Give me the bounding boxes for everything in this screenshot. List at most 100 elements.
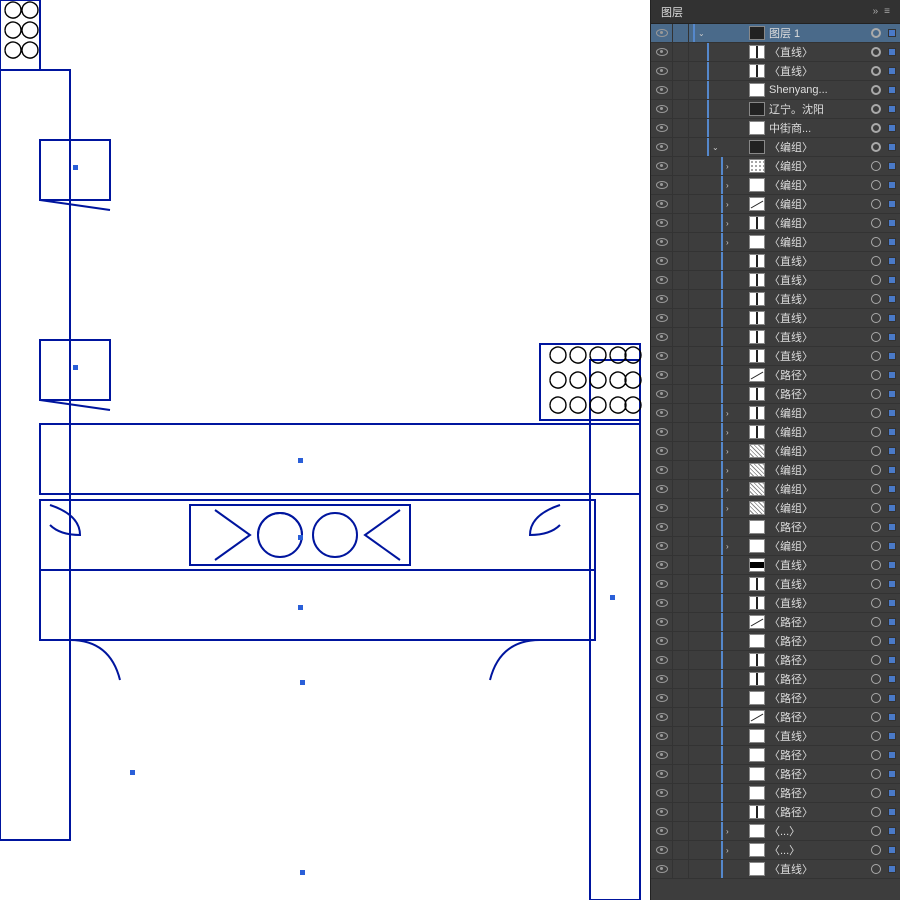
layer-thumbnail[interactable] [749,843,765,857]
lock-column[interactable] [673,176,689,194]
layer-thumbnail[interactable] [749,805,765,819]
visibility-toggle[interactable] [651,290,673,308]
layer-row[interactable]: 〈直线〉 [651,252,900,271]
lock-column[interactable] [673,366,689,384]
target-button[interactable] [868,731,884,741]
layer-name-label[interactable]: 〈路径〉 [769,652,868,668]
lock-column[interactable] [673,537,689,555]
selection-indicator[interactable] [884,523,900,531]
layer-row[interactable]: 〈路径〉 [651,708,900,727]
lock-column[interactable] [673,632,689,650]
target-button[interactable] [868,389,884,399]
layer-name-label[interactable]: 〈编组〉 [769,462,868,478]
chevron-right-icon[interactable]: › [723,504,732,513]
target-button[interactable] [868,617,884,627]
chevron-right-icon[interactable]: › [723,428,732,437]
selection-indicator[interactable] [884,732,900,740]
lock-column[interactable] [673,385,689,403]
layer-name-label[interactable]: 图层 1 [769,25,868,41]
chevron-right-icon[interactable]: › [723,162,732,171]
layer-thumbnail[interactable] [749,615,765,629]
lock-column[interactable] [673,62,689,80]
layer-thumbnail[interactable] [749,45,765,59]
selection-indicator[interactable] [884,409,900,417]
target-button[interactable] [868,560,884,570]
target-button[interactable] [868,484,884,494]
layer-row[interactable]: ›〈...〉 [651,841,900,860]
layer-name-label[interactable]: 〈路径〉 [769,690,868,706]
visibility-toggle[interactable] [651,575,673,593]
visibility-toggle[interactable] [651,214,673,232]
target-button[interactable] [868,826,884,836]
target-button[interactable] [868,807,884,817]
visibility-toggle[interactable] [651,822,673,840]
layer-name-label[interactable]: 〈编组〉 [769,158,868,174]
target-button[interactable] [868,28,884,38]
layer-name-label[interactable]: 〈路径〉 [769,519,868,535]
layer-thumbnail[interactable] [749,349,765,363]
layer-row[interactable]: 〈路径〉 [651,613,900,632]
layer-name-label[interactable]: 〈编组〉 [769,234,868,250]
selection-indicator[interactable] [884,162,900,170]
visibility-toggle[interactable] [651,594,673,612]
selection-indicator[interactable] [884,428,900,436]
layer-name-label[interactable]: 〈编组〉 [769,405,868,421]
layer-thumbnail[interactable] [749,64,765,78]
target-button[interactable] [868,465,884,475]
layer-name-label[interactable]: 〈编组〉 [769,196,868,212]
layer-thumbnail[interactable] [749,330,765,344]
layer-thumbnail[interactable] [749,482,765,496]
selection-indicator[interactable] [884,618,900,626]
selection-indicator[interactable] [884,504,900,512]
canvas-viewport[interactable] [0,0,650,900]
layer-row[interactable]: 〈路径〉 [651,518,900,537]
selection-indicator[interactable] [884,637,900,645]
lock-column[interactable] [673,271,689,289]
visibility-toggle[interactable] [651,518,673,536]
layer-thumbnail[interactable] [749,710,765,724]
layer-thumbnail[interactable] [749,140,765,154]
visibility-toggle[interactable] [651,157,673,175]
lock-column[interactable] [673,670,689,688]
layer-row[interactable]: ›〈编组〉 [651,214,900,233]
target-button[interactable] [868,161,884,171]
target-button[interactable] [868,256,884,266]
layer-thumbnail[interactable] [749,216,765,230]
target-button[interactable] [868,693,884,703]
layer-name-label[interactable]: 〈路径〉 [769,747,868,763]
layer-thumbnail[interactable] [749,368,765,382]
layer-name-label[interactable]: 〈路径〉 [769,367,868,383]
chevron-right-icon[interactable]: › [723,485,732,494]
lock-column[interactable] [673,157,689,175]
selection-indicator[interactable] [884,124,900,132]
layer-row[interactable]: 〈直线〉 [651,290,900,309]
layer-row[interactable]: 辽宁。沈阳 [651,100,900,119]
layer-row[interactable]: 〈直线〉 [651,347,900,366]
layer-row[interactable]: 〈路径〉 [651,366,900,385]
layer-row[interactable]: ›〈编组〉 [651,442,900,461]
layer-name-label[interactable]: 〈路径〉 [769,386,868,402]
panel-collapse-icon[interactable]: » [873,6,879,17]
panel-menu-icon[interactable]: ≡ [884,6,890,17]
layer-row[interactable]: 〈直线〉 [651,271,900,290]
target-button[interactable] [868,218,884,228]
target-button[interactable] [868,313,884,323]
lock-column[interactable] [673,822,689,840]
target-button[interactable] [868,427,884,437]
layer-name-label[interactable]: 〈路径〉 [769,785,868,801]
chevron-right-icon[interactable]: › [723,827,732,836]
target-button[interactable] [868,598,884,608]
target-button[interactable] [868,332,884,342]
visibility-toggle[interactable] [651,100,673,118]
target-button[interactable] [868,199,884,209]
layer-thumbnail[interactable] [749,596,765,610]
visibility-toggle[interactable] [651,765,673,783]
target-button[interactable] [868,541,884,551]
layer-thumbnail[interactable] [749,577,765,591]
layer-row[interactable]: 〈路径〉 [651,632,900,651]
selection-indicator[interactable] [884,238,900,246]
layer-name-label[interactable]: 中街商... [769,120,868,136]
layer-name-label[interactable]: 〈直线〉 [769,576,868,592]
layer-thumbnail[interactable] [749,824,765,838]
layer-row[interactable]: ›〈编组〉 [651,480,900,499]
